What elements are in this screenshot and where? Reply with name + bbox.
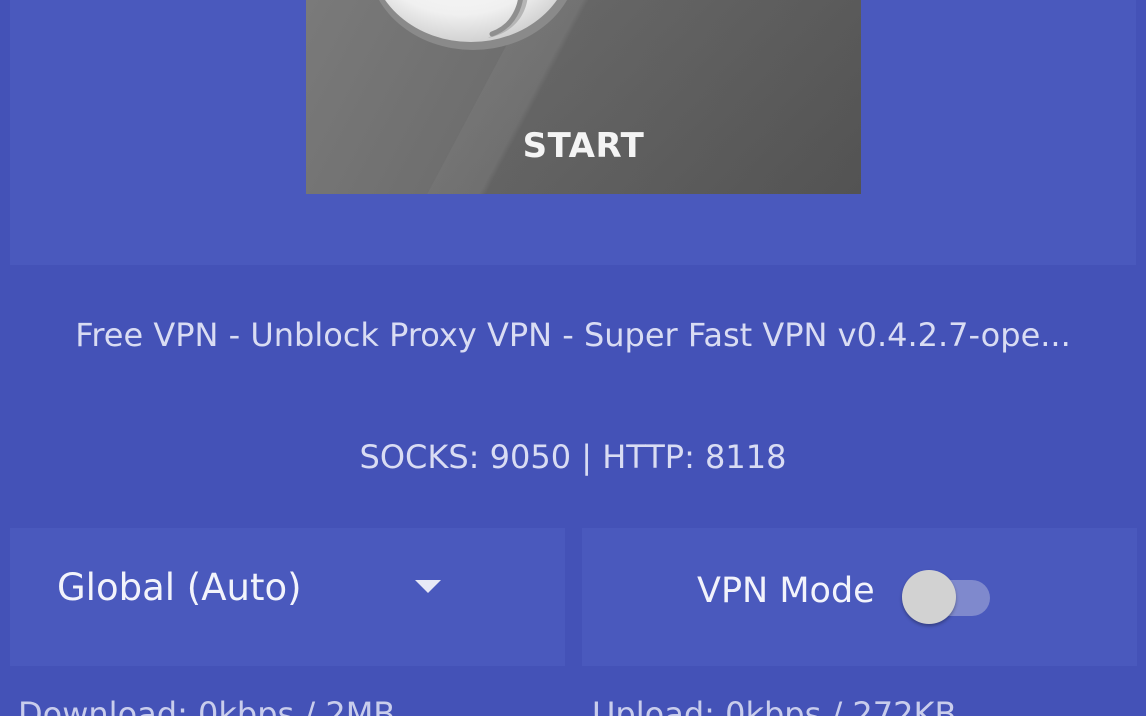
- vpn-mode-card: VPN Mode: [582, 528, 1137, 666]
- caret-down-icon: [415, 580, 441, 593]
- app-title: Free VPN - Unblock Proxy VPN - Super Fas…: [75, 316, 1071, 354]
- start-label: START: [522, 126, 645, 166]
- power-knob-icon: [378, 0, 568, 50]
- vpn-mode-toggle[interactable]: [902, 562, 992, 624]
- route-selector[interactable]: Global (Auto): [10, 528, 565, 666]
- upload-stat: Upload: 0kbps / 272KB: [592, 695, 957, 716]
- start-button[interactable]: START: [306, 0, 861, 194]
- download-stat: Download: 0kbps / 2MB: [18, 695, 396, 716]
- proxy-ports: SOCKS: 9050 | HTTP: 8118: [359, 438, 787, 476]
- route-selected-value: Global (Auto): [57, 566, 302, 609]
- toggle-thumb: [902, 570, 956, 624]
- hero-panel: START: [10, 0, 1136, 265]
- vpn-mode-label: VPN Mode: [697, 571, 875, 611]
